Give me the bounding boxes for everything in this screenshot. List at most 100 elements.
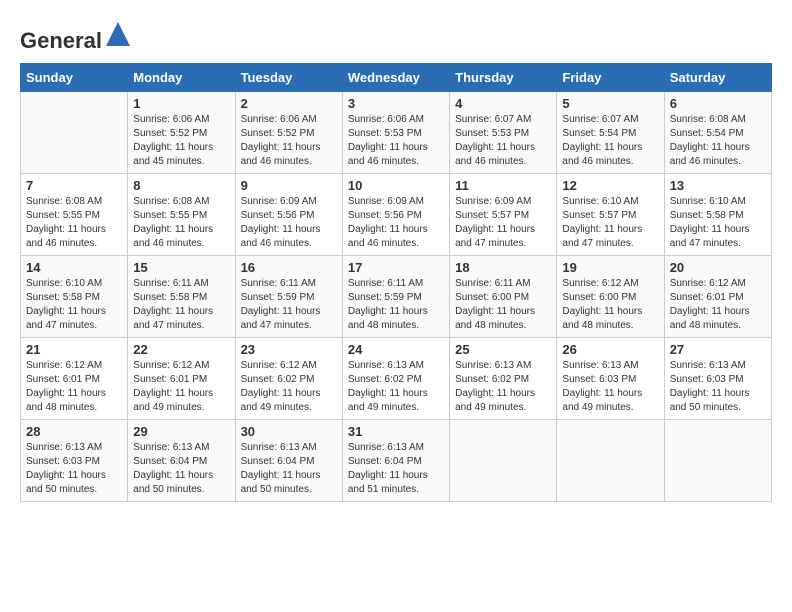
day-cell: 3 Sunrise: 6:06 AMSunset: 5:53 PMDaylight… [342,92,449,174]
day-cell: 14 Sunrise: 6:10 AMSunset: 5:58 PMDayligh… [21,256,128,338]
day-cell: 29 Sunrise: 6:13 AMSunset: 6:04 PMDayligh… [128,420,235,502]
day-number: 4 [455,96,551,111]
day-number: 27 [670,342,766,357]
day-info: Sunrise: 6:08 AMSunset: 5:54 PMDaylight:… [670,113,766,169]
day-cell: 26 Sunrise: 6:13 AMSunset: 6:03 PMDayligh… [557,338,664,420]
day-info: Sunrise: 6:13 AMSunset: 6:04 PMDaylight:… [241,441,337,497]
day-cell: 20 Sunrise: 6:12 AMSunset: 6:01 PMDayligh… [664,256,771,338]
day-number: 7 [26,178,122,193]
day-number: 14 [26,260,122,275]
day-info: Sunrise: 6:13 AMSunset: 6:04 PMDaylight:… [133,441,229,497]
logo-icon [104,20,132,48]
day-number: 24 [348,342,444,357]
day-cell: 2 Sunrise: 6:06 AMSunset: 5:52 PMDaylight… [235,92,342,174]
day-number: 9 [241,178,337,193]
day-cell [664,420,771,502]
column-header-sunday: Sunday [21,64,128,92]
day-number: 16 [241,260,337,275]
calendar-table: SundayMondayTuesdayWednesdayThursdayFrid… [20,63,772,502]
page-header: General [20,20,772,53]
logo: General [20,20,132,53]
column-header-saturday: Saturday [664,64,771,92]
day-info: Sunrise: 6:13 AMSunset: 6:03 PMDaylight:… [670,359,766,415]
day-cell: 30 Sunrise: 6:13 AMSunset: 6:04 PMDayligh… [235,420,342,502]
day-cell: 21Sunrise: 6:12 AMSunset: 6:01 PMDayligh… [21,338,128,420]
column-header-wednesday: Wednesday [342,64,449,92]
day-info: Sunrise: 6:07 AMSunset: 5:54 PMDaylight:… [562,113,658,169]
day-cell [450,420,557,502]
day-number: 26 [562,342,658,357]
day-number: 23 [241,342,337,357]
day-number: 30 [241,424,337,439]
day-info: Sunrise: 6:13 AMSunset: 6:03 PMDaylight:… [562,359,658,415]
day-info: Sunrise: 6:12 AMSunset: 6:00 PMDaylight:… [562,277,658,333]
day-info: Sunrise: 6:12 AMSunset: 6:01 PMDaylight:… [26,359,122,415]
day-info: Sunrise: 6:08 AMSunset: 5:55 PMDaylight:… [26,195,122,251]
day-cell: 9Sunrise: 6:09 AMSunset: 5:56 PMDaylight… [235,174,342,256]
day-cell: 25Sunrise: 6:13 AMSunset: 6:02 PMDayligh… [450,338,557,420]
day-cell [21,92,128,174]
day-info: Sunrise: 6:06 AMSunset: 5:52 PMDaylight:… [133,113,229,169]
day-cell: 5 Sunrise: 6:07 AMSunset: 5:54 PMDaylight… [557,92,664,174]
day-info: Sunrise: 6:10 AMSunset: 5:58 PMDaylight:… [670,195,766,251]
week-row-5: 28 Sunrise: 6:13 AMSunset: 6:03 PMDayligh… [21,420,772,502]
day-info: Sunrise: 6:13 AMSunset: 6:02 PMDaylight:… [348,359,444,415]
week-row-1: 1 Sunrise: 6:06 AMSunset: 5:52 PMDaylight… [21,92,772,174]
day-number: 1 [133,96,229,111]
column-header-monday: Monday [128,64,235,92]
day-cell: 19 Sunrise: 6:12 AMSunset: 6:00 PMDayligh… [557,256,664,338]
day-number: 20 [670,260,766,275]
day-cell: 15 Sunrise: 6:11 AMSunset: 5:58 PMDayligh… [128,256,235,338]
week-row-2: 7 Sunrise: 6:08 AMSunset: 5:55 PMDaylight… [21,174,772,256]
day-info: Sunrise: 6:06 AMSunset: 5:52 PMDaylight:… [241,113,337,169]
day-number: 8 [133,178,229,193]
day-cell [557,420,664,502]
day-number: 17 [348,260,444,275]
day-number: 2 [241,96,337,111]
day-info: Sunrise: 6:12 AMSunset: 6:02 PMDaylight:… [241,359,337,415]
day-number: 11 [455,178,551,193]
day-cell: 28 Sunrise: 6:13 AMSunset: 6:03 PMDayligh… [21,420,128,502]
day-info: Sunrise: 6:09 AMSunset: 5:57 PMDaylight:… [455,195,551,251]
logo-general: General [20,28,102,53]
day-info: Sunrise: 6:13 AMSunset: 6:02 PMDaylight:… [455,359,551,415]
day-cell: 27 Sunrise: 6:13 AMSunset: 6:03 PMDayligh… [664,338,771,420]
day-cell: 10Sunrise: 6:09 AMSunset: 5:56 PMDayligh… [342,174,449,256]
day-info: Sunrise: 6:11 AMSunset: 5:59 PMDaylight:… [241,277,337,333]
day-info: Sunrise: 6:06 AMSunset: 5:53 PMDaylight:… [348,113,444,169]
day-info: Sunrise: 6:10 AMSunset: 5:57 PMDaylight:… [562,195,658,251]
day-number: 19 [562,260,658,275]
day-cell: 4 Sunrise: 6:07 AMSunset: 5:53 PMDaylight… [450,92,557,174]
day-number: 10 [348,178,444,193]
column-header-tuesday: Tuesday [235,64,342,92]
day-number: 31 [348,424,444,439]
day-cell: 22 Sunrise: 6:12 AMSunset: 6:01 PMDayligh… [128,338,235,420]
column-header-friday: Friday [557,64,664,92]
day-number: 22 [133,342,229,357]
week-row-4: 21Sunrise: 6:12 AMSunset: 6:01 PMDayligh… [21,338,772,420]
day-info: Sunrise: 6:11 AMSunset: 5:59 PMDaylight:… [348,277,444,333]
day-number: 13 [670,178,766,193]
day-info: Sunrise: 6:12 AMSunset: 6:01 PMDaylight:… [133,359,229,415]
day-number: 5 [562,96,658,111]
day-info: Sunrise: 6:13 AMSunset: 6:04 PMDaylight:… [348,441,444,497]
day-info: Sunrise: 6:12 AMSunset: 6:01 PMDaylight:… [670,277,766,333]
day-number: 15 [133,260,229,275]
day-cell: 13 Sunrise: 6:10 AMSunset: 5:58 PMDayligh… [664,174,771,256]
week-row-3: 14 Sunrise: 6:10 AMSunset: 5:58 PMDayligh… [21,256,772,338]
day-info: Sunrise: 6:11 AMSunset: 6:00 PMDaylight:… [455,277,551,333]
header-row: SundayMondayTuesdayWednesdayThursdayFrid… [21,64,772,92]
day-number: 28 [26,424,122,439]
day-info: Sunrise: 6:07 AMSunset: 5:53 PMDaylight:… [455,113,551,169]
day-info: Sunrise: 6:13 AMSunset: 6:03 PMDaylight:… [26,441,122,497]
day-number: 3 [348,96,444,111]
day-cell: 8Sunrise: 6:08 AMSunset: 5:55 PMDaylight… [128,174,235,256]
day-cell: 18Sunrise: 6:11 AMSunset: 6:00 PMDayligh… [450,256,557,338]
day-info: Sunrise: 6:11 AMSunset: 5:58 PMDaylight:… [133,277,229,333]
day-number: 29 [133,424,229,439]
day-cell: 1 Sunrise: 6:06 AMSunset: 5:52 PMDaylight… [128,92,235,174]
day-cell: 11 Sunrise: 6:09 AMSunset: 5:57 PMDayligh… [450,174,557,256]
column-header-thursday: Thursday [450,64,557,92]
day-info: Sunrise: 6:10 AMSunset: 5:58 PMDaylight:… [26,277,122,333]
day-number: 6 [670,96,766,111]
